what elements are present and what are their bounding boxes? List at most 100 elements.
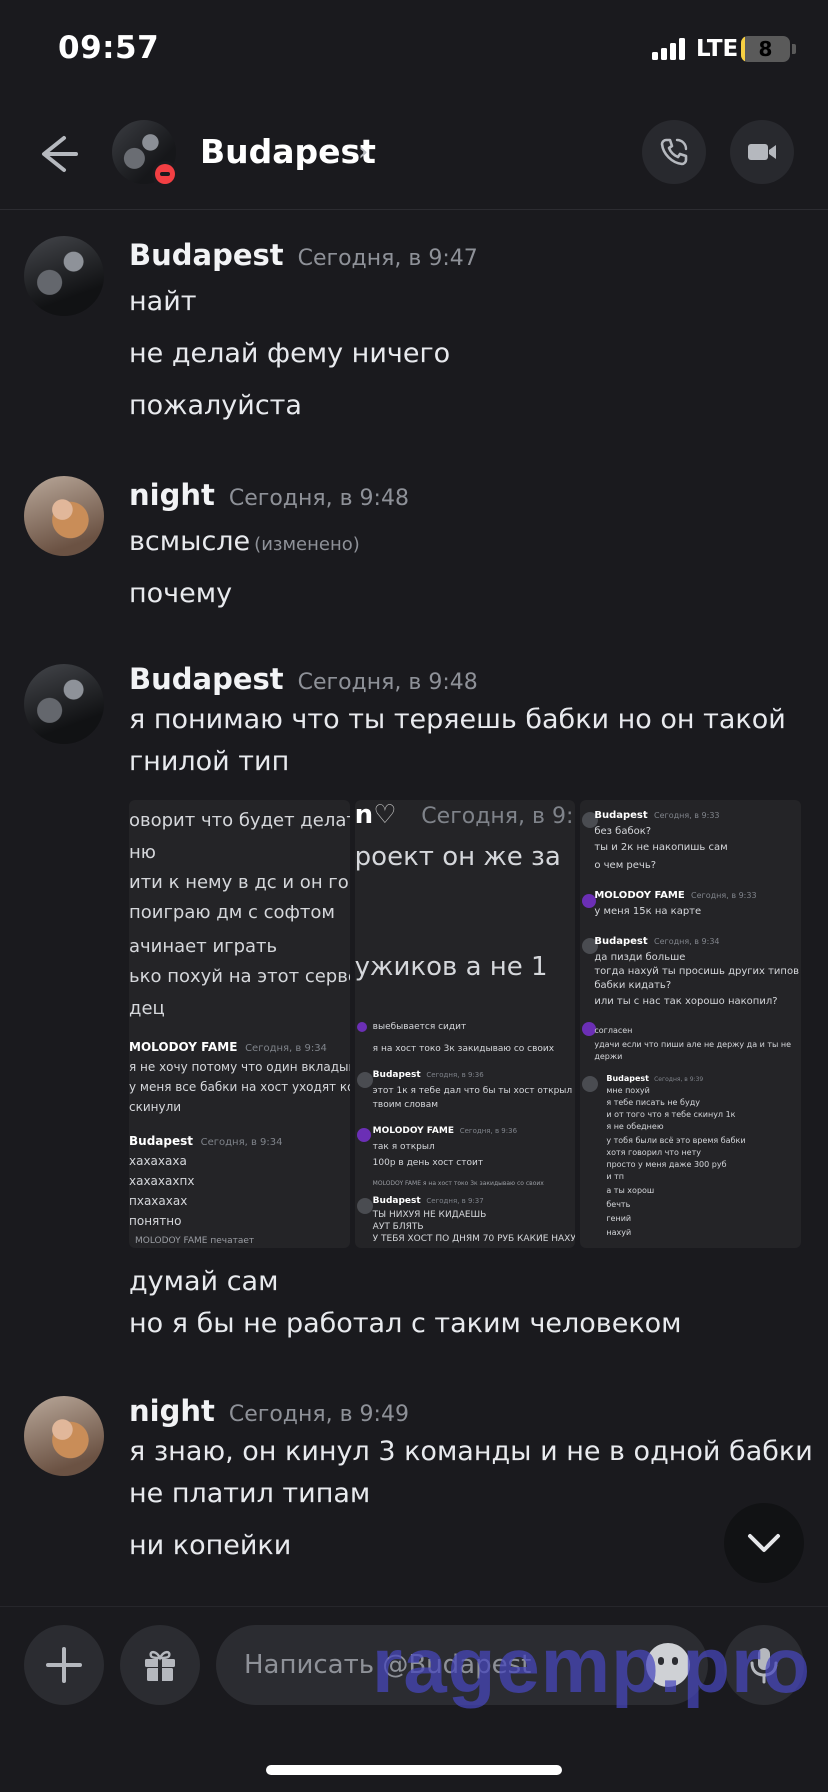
screenshot-text: 100р в день хост стоит xyxy=(372,1158,484,1168)
screenshot-text: роект он же за xyxy=(354,842,561,872)
message-text: я понимаю что ты теряешь бабки но он так… xyxy=(129,704,786,735)
screenshot-text: поиграю дм с софтом xyxy=(129,902,336,923)
screenshot-text: ТЫ НИХУЯ НЕ КИДАЕШЬ xyxy=(372,1210,487,1220)
screenshot-text: и от того что я тебе скинул 1к xyxy=(606,1110,736,1119)
screenshot-text: я на хост токо 3к закидываю со своих xyxy=(372,1044,555,1054)
message-meta: night Сегодня, в 9:49 xyxy=(129,1394,409,1428)
message-timestamp: Сегодня, в 9:47 xyxy=(297,246,478,271)
home-indicator[interactable] xyxy=(266,1765,562,1775)
screenshot-text: тогда нахуй ты просишь других типов тебе xyxy=(594,966,801,977)
battery-nub xyxy=(792,44,796,54)
screenshot-text: Budapest Сегодня, в 9:34 xyxy=(594,936,720,947)
screenshot-attachment[interactable]: оворит что будет делат ню ити к нему в д… xyxy=(129,800,350,1248)
image-attachments: оворит что будет делат ню ити к нему в д… xyxy=(129,800,802,1248)
status-bar: 09:57 LTE 8 xyxy=(0,0,828,100)
video-call-button[interactable] xyxy=(730,120,794,184)
screenshot-text: выебывается сидит xyxy=(372,1022,467,1032)
message-meta: Budapest Сегодня, в 9:47 xyxy=(129,238,478,272)
message-text: думай сам xyxy=(129,1266,279,1297)
screenshot-text: ачинает играть xyxy=(129,936,278,957)
screenshot-text: я тебе писать не буду xyxy=(606,1098,700,1107)
video-camera-icon xyxy=(748,144,776,160)
screenshot-text: мне похуй xyxy=(606,1086,650,1095)
screenshot-text: Budapest Сегодня, в 9:33 xyxy=(594,810,720,821)
screenshot-text: у тобя были всё это время бабки xyxy=(606,1136,746,1145)
screenshot-text: n♡ Сегодня, в 9: xyxy=(354,800,574,830)
screenshot-text: скинули xyxy=(129,1100,182,1114)
avatar xyxy=(356,1022,367,1032)
screenshot-text: MOLODOY FAME печатает xyxy=(135,1236,255,1246)
screenshot-text: Budapest Сегодня, в 9:39 xyxy=(606,1074,704,1083)
message-group: night Сегодня, в 9:48 всмысле (изменено) п… xyxy=(0,462,828,622)
screenshot-attachment[interactable]: n♡ Сегодня, в 9: роект он же за ужиков а… xyxy=(354,800,576,1248)
screenshot-text: У ТЕБЯ ХОСТ ПО ДНЯМ 70 РУБ КАКИЕ НАХУЙ xyxy=(372,1234,576,1244)
screenshot-text: хотя говорил что нету xyxy=(606,1148,701,1157)
screenshot-text: пхахахах xyxy=(129,1194,188,1208)
screenshot-text: держи xyxy=(594,1052,623,1061)
screenshot-text: MOLODOY FAME Сегодня, в 9:33 xyxy=(594,890,757,901)
screenshot-text: оворит что будет делат xyxy=(129,810,350,831)
message-author[interactable]: night xyxy=(129,478,215,512)
scroll-to-bottom-button[interactable] xyxy=(724,1503,804,1583)
gift-icon xyxy=(145,1650,175,1681)
message-text: но я бы не работал с таким человеком xyxy=(129,1308,682,1339)
screenshot-text: ню xyxy=(129,842,156,863)
screenshot-text: твоим словам xyxy=(372,1100,439,1110)
screenshot-text: и тп xyxy=(606,1172,624,1181)
screenshot-text: Budapest Сегодня, в 9:34 xyxy=(129,1134,283,1148)
screenshot-text: MOLODOY FAME я на хост токо 3к закидываю… xyxy=(372,1180,544,1187)
battery-icon: 8 xyxy=(741,36,790,62)
screenshot-text: без бабок? xyxy=(594,826,652,837)
avatar[interactable] xyxy=(24,1396,104,1476)
message-text: не платил типам xyxy=(129,1478,371,1509)
avatar xyxy=(582,1076,599,1092)
screenshot-text: MOLODOY FAME Сегодня, в 9:34 xyxy=(129,1040,327,1054)
message-timestamp: Сегодня, в 9:48 xyxy=(228,486,409,511)
screenshot-text: или ты с нас так хорошо накопил? xyxy=(594,996,778,1007)
screenshot-text: АУТ БЛЯТЬ xyxy=(372,1222,424,1232)
screenshot-text: дец xyxy=(129,998,165,1019)
message-timestamp: Сегодня, в 9:49 xyxy=(228,1402,409,1427)
screenshot-text: ты и 2к не накопишь сам xyxy=(594,842,728,853)
message-author[interactable]: Budapest xyxy=(129,238,284,272)
screenshot-text: у меня 15к на карте xyxy=(594,906,702,917)
phone-icon xyxy=(660,138,688,166)
edited-label: (изменено) xyxy=(254,534,360,555)
message-author[interactable]: Budapest xyxy=(129,662,284,696)
avatar[interactable] xyxy=(24,476,104,556)
screenshot-text: так я открыл xyxy=(372,1142,435,1152)
gift-button[interactable] xyxy=(120,1625,200,1705)
message-meta: Budapest Сегодня, в 9:48 xyxy=(129,662,478,696)
network-type: LTE xyxy=(696,36,739,62)
screenshot-text: Budapest Сегодня, в 9:36 xyxy=(372,1070,484,1080)
chevron-right-icon[interactable]: › xyxy=(358,137,368,167)
message-group: night Сегодня, в 9:49 я знаю, он кинул 3 … xyxy=(0,1392,828,1572)
message-meta: night Сегодня, в 9:48 xyxy=(129,478,409,512)
message-text: найт xyxy=(129,286,197,317)
back-button[interactable] xyxy=(28,126,84,182)
dnd-status-icon xyxy=(152,161,178,187)
page-title[interactable]: Budapest xyxy=(200,132,376,171)
battery-level: 8 xyxy=(758,37,773,61)
message-text: всмысле (изменено) xyxy=(129,526,360,557)
attach-button[interactable] xyxy=(24,1625,104,1705)
message-text: гнилой тип xyxy=(129,746,290,777)
signal-icon xyxy=(652,38,686,60)
call-button[interactable] xyxy=(642,120,706,184)
screenshot-text: хахахахпх xyxy=(129,1174,195,1188)
screenshot-text: нахуй xyxy=(606,1228,632,1237)
message-author[interactable]: night xyxy=(129,1394,215,1428)
screenshot-text: ужиков а не 1 xyxy=(354,952,548,982)
screenshot-attachment[interactable]: Budapest Сегодня, в 9:33 без бабок? ты и… xyxy=(580,800,802,1248)
screenshot-text: бечть xyxy=(606,1200,631,1209)
avatar[interactable] xyxy=(24,664,104,744)
screenshot-text: о чем речь? xyxy=(594,860,657,871)
avatar[interactable] xyxy=(24,236,104,316)
arrow-left-icon xyxy=(42,136,78,172)
screenshot-text: у меня все бабки на хост уходят котор xyxy=(129,1080,350,1094)
avatar xyxy=(356,1198,373,1214)
message-group: Budapest Сегодня, в 9:47 найт не делай фе… xyxy=(0,222,828,422)
plus-icon xyxy=(46,1647,82,1683)
message-text: почему xyxy=(129,578,233,609)
message-timestamp: Сегодня, в 9:48 xyxy=(297,670,478,695)
